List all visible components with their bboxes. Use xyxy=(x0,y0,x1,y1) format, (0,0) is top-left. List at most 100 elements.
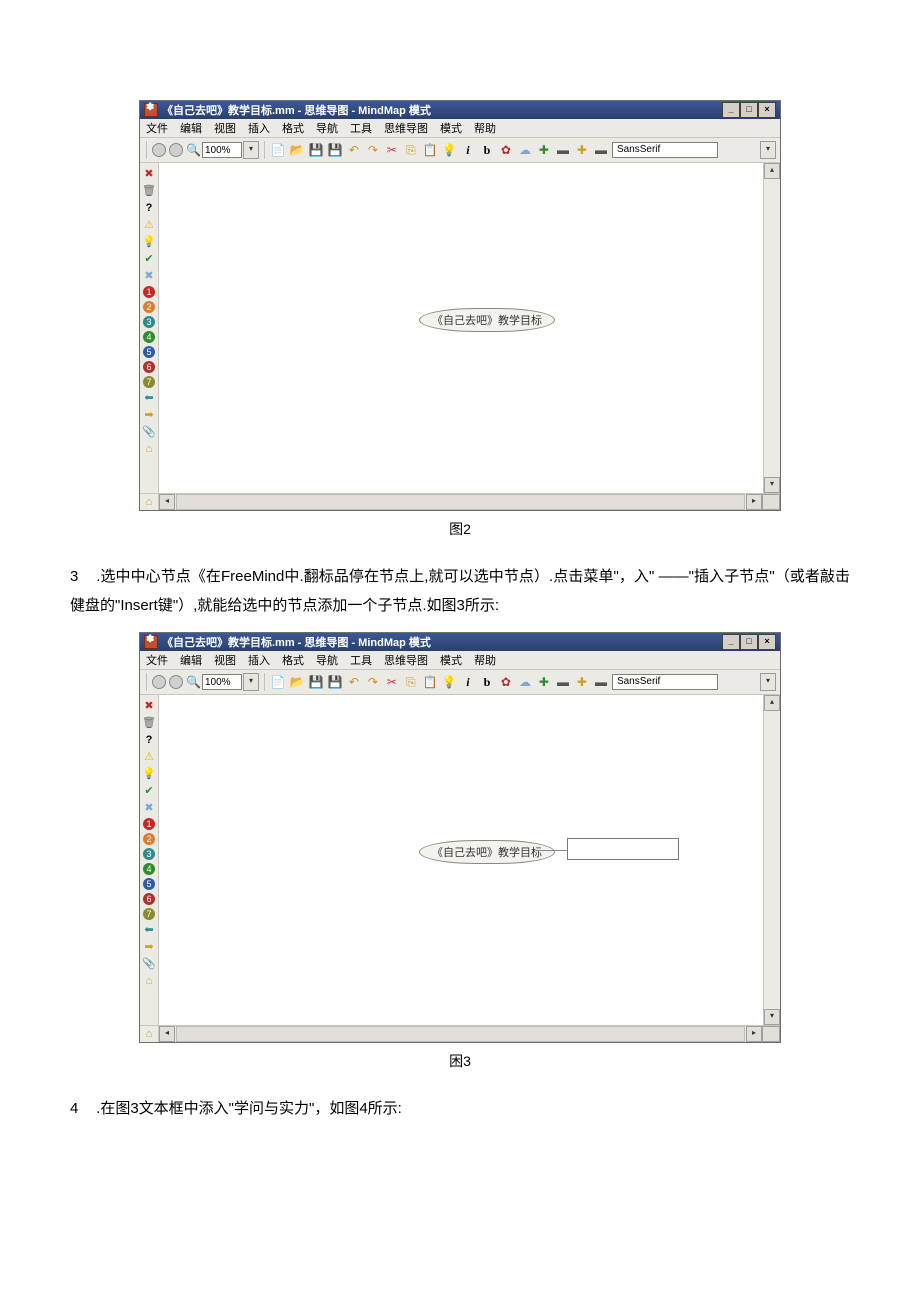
new-file-icon[interactable]: 📄 xyxy=(270,142,286,158)
scroll-up-button[interactable]: ▴ xyxy=(764,695,780,711)
cut-icon[interactable]: ✂ xyxy=(384,142,400,158)
font-name-field[interactable]: SansSerif xyxy=(612,142,718,158)
menu-view[interactable]: 视图 xyxy=(214,652,236,668)
icon-priority7[interactable]: 7 xyxy=(143,908,155,920)
zoom-input[interactable] xyxy=(202,674,242,690)
icon-priority2[interactable]: 2 xyxy=(143,301,155,313)
undo-icon[interactable]: ↶ xyxy=(346,142,362,158)
vertical-scrollbar[interactable]: ▴ ▾ xyxy=(764,695,780,1025)
menu-format[interactable]: 格式 xyxy=(282,120,304,136)
zoom-input[interactable] xyxy=(202,142,242,158)
save-as-icon[interactable]: 💾 xyxy=(327,674,343,690)
zoom-dropdown[interactable]: ▾ xyxy=(243,141,259,159)
font-dropdown[interactable]: ▾ xyxy=(760,141,776,159)
icon-priority1[interactable]: 1 xyxy=(143,286,155,298)
menu-mindmap[interactable]: 思维导图 xyxy=(384,120,428,136)
copy-icon[interactable]: ⎘ xyxy=(403,142,419,158)
font-dropdown[interactable]: ▾ xyxy=(760,673,776,691)
menu-edit[interactable]: 编辑 xyxy=(180,652,202,668)
horizontal-scrollbar[interactable]: ◂ ▸ xyxy=(159,1026,780,1042)
close-button[interactable]: × xyxy=(758,634,776,650)
icon-priority4[interactable]: 4 xyxy=(143,331,155,343)
menu-view[interactable]: 视图 xyxy=(214,120,236,136)
minus2-icon[interactable]: ▬ xyxy=(593,674,609,690)
icon-trash[interactable]: 🗑 xyxy=(142,716,156,730)
minus-icon[interactable]: ▬ xyxy=(555,142,571,158)
redo-icon[interactable]: ↷ xyxy=(365,142,381,158)
add-yellow-icon[interactable]: ✚ xyxy=(574,142,590,158)
icon-cross[interactable]: ✖ xyxy=(142,269,156,283)
menu-format[interactable]: 格式 xyxy=(282,652,304,668)
icon-priority3[interactable]: 3 xyxy=(143,848,155,860)
icon-remove[interactable]: ✖ xyxy=(142,699,156,713)
italic-icon[interactable]: i xyxy=(460,142,476,158)
icon-home-bottom[interactable]: ⌂ xyxy=(140,1026,159,1042)
nav-forward-button[interactable] xyxy=(169,675,183,689)
root-node[interactable]: 《自己去吧》教学目标 xyxy=(419,840,555,864)
minus-icon[interactable]: ▬ xyxy=(555,674,571,690)
nav-back-button[interactable] xyxy=(152,143,166,157)
menu-tools[interactable]: 工具 xyxy=(350,120,372,136)
maximize-button[interactable]: □ xyxy=(740,634,758,650)
menu-mindmap[interactable]: 思维导图 xyxy=(384,652,428,668)
undo-icon[interactable]: ↶ xyxy=(346,674,362,690)
icon-question[interactable]: ? xyxy=(142,733,156,747)
bold-icon[interactable]: b xyxy=(479,142,495,158)
scroll-up-button[interactable]: ▴ xyxy=(764,163,780,179)
save-as-icon[interactable]: 💾 xyxy=(327,142,343,158)
scroll-left-button[interactable]: ◂ xyxy=(159,1026,175,1042)
icon-priority5[interactable]: 5 xyxy=(143,346,155,358)
add-green-icon[interactable]: ✚ xyxy=(536,142,552,158)
scroll-down-button[interactable]: ▾ xyxy=(764,1009,780,1025)
icon-warning[interactable]: ⚠ xyxy=(142,218,156,232)
redo-icon[interactable]: ↷ xyxy=(365,674,381,690)
icon-arrow-right[interactable]: ➡ xyxy=(142,940,156,954)
icon-priority3[interactable]: 3 xyxy=(143,316,155,328)
paste-icon[interactable]: 📋 xyxy=(422,142,438,158)
icon-bulb[interactable]: 💡 xyxy=(142,767,156,781)
icon-remove[interactable]: ✖ xyxy=(142,167,156,181)
icon-attach[interactable]: 📎 xyxy=(142,425,156,439)
close-button[interactable]: × xyxy=(758,102,776,118)
cloud-icon[interactable]: ☁ xyxy=(517,142,533,158)
paste-icon[interactable]: 📋 xyxy=(422,674,438,690)
canvas[interactable]: 《自己去吧》教学目标 xyxy=(159,163,764,493)
icon-arrow-left[interactable]: ⬅ xyxy=(142,391,156,405)
icon-priority2[interactable]: 2 xyxy=(143,833,155,845)
scroll-down-button[interactable]: ▾ xyxy=(764,477,780,493)
canvas[interactable]: 《自己去吧》教学目标 xyxy=(159,695,764,1025)
icon-home[interactable]: ⌂ xyxy=(142,974,156,988)
icon-priority5[interactable]: 5 xyxy=(143,878,155,890)
icon-priority6[interactable]: 6 xyxy=(143,361,155,373)
icon-arrow-left[interactable]: ⬅ xyxy=(142,923,156,937)
menu-edit[interactable]: 编辑 xyxy=(180,120,202,136)
save-icon[interactable]: 💾 xyxy=(308,142,324,158)
open-file-icon[interactable]: 📂 xyxy=(289,674,305,690)
idea-icon[interactable]: 💡 xyxy=(441,142,457,158)
save-icon[interactable]: 💾 xyxy=(308,674,324,690)
open-file-icon[interactable]: 📂 xyxy=(289,142,305,158)
menu-insert[interactable]: 插入 xyxy=(248,120,270,136)
menu-file[interactable]: 文件 xyxy=(146,120,168,136)
menu-insert[interactable]: 插入 xyxy=(248,652,270,668)
cloud-icon[interactable]: ☁ xyxy=(517,674,533,690)
icon-cross[interactable]: ✖ xyxy=(142,801,156,815)
icon-priority7[interactable]: 7 xyxy=(143,376,155,388)
link-icon[interactable]: ✿ xyxy=(498,674,514,690)
bold-icon[interactable]: b xyxy=(479,674,495,690)
icon-question[interactable]: ? xyxy=(142,201,156,215)
menu-help[interactable]: 帮助 xyxy=(474,652,496,668)
vertical-scrollbar[interactable]: ▴ ▾ xyxy=(764,163,780,493)
menu-mode[interactable]: 模式 xyxy=(440,652,462,668)
minus2-icon[interactable]: ▬ xyxy=(593,142,609,158)
menu-mode[interactable]: 模式 xyxy=(440,120,462,136)
menu-file[interactable]: 文件 xyxy=(146,652,168,668)
icon-attach[interactable]: 📎 xyxy=(142,957,156,971)
icon-home[interactable]: ⌂ xyxy=(142,442,156,456)
icon-bulb[interactable]: 💡 xyxy=(142,235,156,249)
scroll-right-button[interactable]: ▸ xyxy=(746,1026,762,1042)
add-green-icon[interactable]: ✚ xyxy=(536,674,552,690)
child-node-input[interactable] xyxy=(567,838,679,860)
scroll-left-button[interactable]: ◂ xyxy=(159,494,175,510)
menu-navigate[interactable]: 导航 xyxy=(316,652,338,668)
